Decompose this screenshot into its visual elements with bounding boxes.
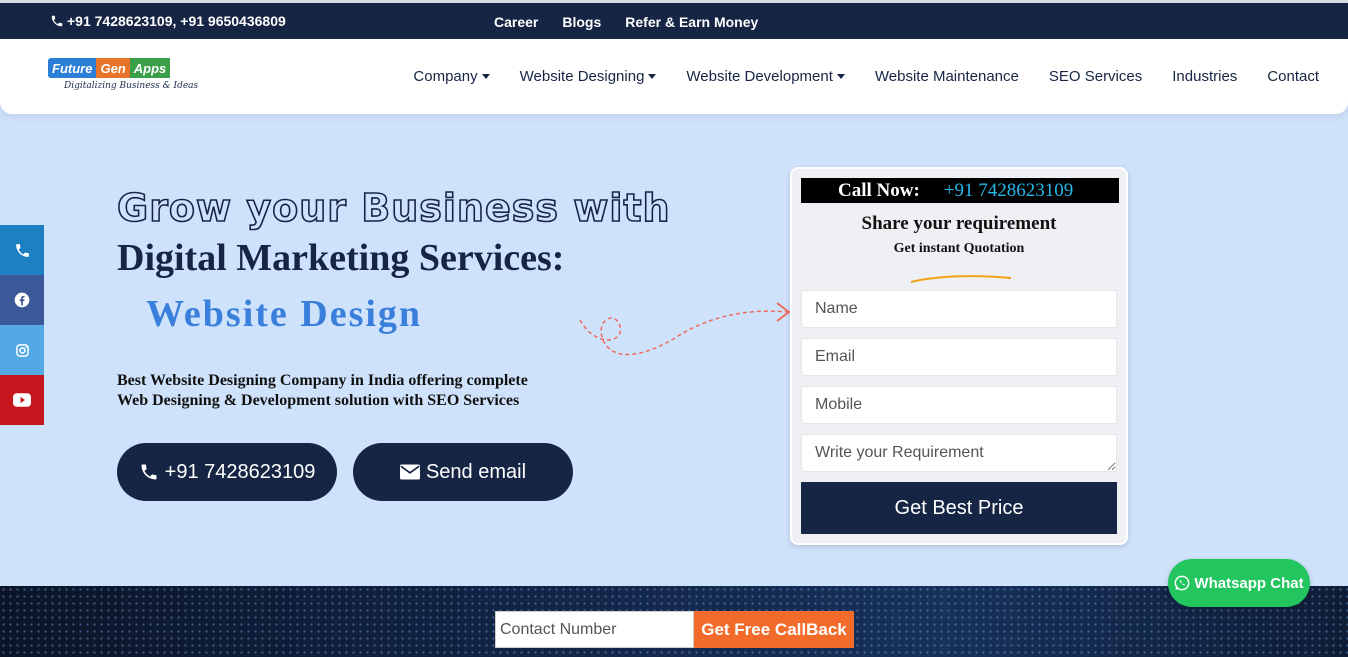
nav-item-website-designing[interactable]: Website Designing <box>520 68 657 85</box>
name-field[interactable] <box>801 290 1117 328</box>
logo-part-gen: Gen <box>96 58 130 78</box>
hero-description: Best Website Designing Company in India … <box>117 371 528 411</box>
topbar-link-blogs[interactable]: Blogs <box>562 14 601 30</box>
nav-label: Contact <box>1267 68 1319 85</box>
hero-email-button[interactable]: Send email <box>353 443 573 501</box>
nav-item-industries[interactable]: Industries <box>1172 68 1237 85</box>
logo-wordmark: Future Gen Apps <box>48 58 200 78</box>
call-now-label: Call Now: <box>838 179 920 201</box>
free-callback-button[interactable]: Get Free CallBack <box>694 611 854 648</box>
social-youtube-button[interactable] <box>0 375 44 425</box>
email-field[interactable] <box>801 338 1117 376</box>
topbar-link-career[interactable]: Career <box>494 14 538 30</box>
main-navbar: Future Gen Apps Digitalizing Business & … <box>0 39 1348 114</box>
social-instagram-button[interactable] <box>0 325 44 375</box>
site-logo[interactable]: Future Gen Apps Digitalizing Business & … <box>48 58 200 98</box>
hero-heading-main: Digital Marketing Services: <box>117 237 565 279</box>
logo-part-future: Future <box>48 58 97 78</box>
hero-desc-line2: Web Designing & Development solution wit… <box>117 392 520 409</box>
instagram-icon <box>15 343 29 357</box>
whatsapp-icon <box>1175 575 1190 591</box>
nav-item-seo-services[interactable]: SEO Services <box>1049 68 1142 85</box>
phone-icon <box>141 464 157 480</box>
nav-menu: Company Website Designing Website Develo… <box>413 68 1319 85</box>
topbar-link-refer[interactable]: Refer & Earn Money <box>625 14 758 30</box>
phone-icon <box>15 243 29 257</box>
caret-down-icon <box>481 74 490 79</box>
whatsapp-chat-button[interactable]: Whatsapp Chat <box>1168 559 1310 607</box>
social-phone-button[interactable] <box>0 225 44 275</box>
topbar-links: Career Blogs Refer & Earn Money <box>494 14 758 30</box>
youtube-icon <box>13 393 31 407</box>
top-bar: +91 7428623109, +91 9650436809 Career Bl… <box>0 3 1348 39</box>
nav-label: Website Designing <box>519 68 645 85</box>
contact-number-input[interactable] <box>495 611 694 648</box>
topbar-phone[interactable]: +91 7428623109, +91 9650436809 <box>50 13 286 29</box>
social-sidebar <box>0 225 44 425</box>
envelope-icon <box>399 464 420 480</box>
nav-item-website-development[interactable]: Website Development <box>686 68 845 85</box>
call-now-number: +91 7428623109 <box>943 179 1074 201</box>
phone-icon <box>51 15 63 27</box>
nav-item-contact[interactable]: Contact <box>1267 68 1319 85</box>
caret-down-icon <box>648 74 657 79</box>
facebook-icon <box>14 292 30 308</box>
logo-part-apps: Apps <box>129 58 171 78</box>
topbar-phone-text: +91 7428623109, +91 9650436809 <box>67 13 286 29</box>
social-facebook-button[interactable] <box>0 275 44 325</box>
logo-tagline: Digitalizing Business & Ideas <box>64 81 199 91</box>
nav-label: Website Development <box>686 68 833 85</box>
nav-label: Company <box>413 68 478 85</box>
form-title: Share your requirement <box>861 213 1057 234</box>
callback-bar: Get Free CallBack <box>0 586 1348 657</box>
mobile-field[interactable] <box>801 386 1117 424</box>
whatsapp-label: Whatsapp Chat <box>1194 574 1304 592</box>
get-best-price-button[interactable]: Get Best Price <box>801 482 1117 534</box>
call-now-banner[interactable]: Call Now: +91 7428623109 <box>801 178 1119 203</box>
form-subtitle: Get instant Quotation <box>893 241 1025 256</box>
nav-item-company[interactable]: Company <box>413 68 490 85</box>
requirement-field[interactable] <box>801 434 1117 472</box>
hero-call-button[interactable]: +91 7428623109 <box>117 443 337 501</box>
caret-down-icon <box>836 74 845 79</box>
hero-email-label: Send email <box>425 460 527 483</box>
hero-call-label: +91 7428623109 <box>164 460 316 483</box>
nav-label: SEO Services <box>1048 68 1143 85</box>
swoosh-divider-icon <box>910 275 1012 283</box>
decorative-arrow-icon <box>579 302 791 356</box>
hero-desc-line1: Best Website Designing Company in India … <box>117 372 528 389</box>
nav-label: Website Maintenance <box>874 68 1019 85</box>
nav-label: Industries <box>1172 68 1238 85</box>
nav-item-website-maintenance[interactable]: Website Maintenance <box>875 68 1019 85</box>
hero-heading-outline: Grow your Business with <box>116 185 671 231</box>
hero-heading-typed: Website Design <box>146 293 423 335</box>
quote-form-card: Call Now: +91 7428623109 Share your requ… <box>790 167 1128 545</box>
